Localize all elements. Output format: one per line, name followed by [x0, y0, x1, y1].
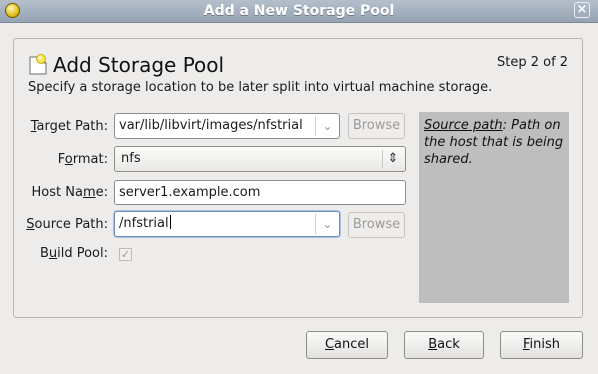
target-path-label: Target Path:: [8, 119, 108, 134]
host-name-label: Host Name:: [8, 185, 109, 200]
help-panel: Source path: Path on the host that is be…: [419, 112, 569, 303]
target-path-value: var/lib/libvirt/images/nfstrial: [119, 118, 303, 133]
back-mnemonic: B: [428, 337, 438, 352]
finish-label: inish: [529, 337, 561, 352]
format-value: nfs: [121, 151, 141, 166]
build-pool-mnemonic: u: [48, 246, 58, 261]
back-label: ack: [437, 337, 460, 352]
host-name-input[interactable]: server1.example.com: [114, 180, 406, 205]
back-button[interactable]: Back: [404, 331, 484, 359]
help-term: Source path: [424, 118, 503, 133]
format-label-text: rmat:: [72, 152, 108, 167]
format-label: Format:: [8, 152, 108, 167]
up-down-arrows-icon: ⇕: [387, 151, 399, 166]
build-pool-label-text: ild Pool:: [57, 246, 108, 261]
build-pool-checkbox[interactable]: ✓: [119, 248, 132, 261]
step-indicator: Step 2 of 2: [497, 55, 569, 70]
cancel-mnemonic: C: [324, 337, 335, 352]
source-path-input[interactable]: /nfstrial: [119, 212, 313, 236]
new-document-icon: [29, 54, 47, 75]
host-name-label-pre: Host Na: [31, 185, 83, 200]
format-select-separator: [382, 150, 383, 168]
close-button[interactable]: ×: [574, 2, 590, 18]
format-mnemonic: o: [64, 152, 73, 167]
target-path-browse-button[interactable]: Browse: [348, 113, 405, 139]
format-select[interactable]: nfs ⇕: [114, 146, 406, 172]
chevron-down-icon[interactable]: ⌄: [315, 214, 339, 234]
source-path-value: /nfstrial: [119, 216, 169, 231]
build-pool-label-pre: B: [39, 246, 49, 261]
cancel-label: ancel: [334, 337, 370, 352]
source-path-label: Source Path:: [8, 217, 108, 232]
host-name-value: server1.example.com: [119, 185, 261, 200]
text-cursor: [169, 215, 171, 229]
source-path-browse-button[interactable]: Browse: [348, 212, 405, 238]
source-path-mnemonic: S: [26, 217, 35, 232]
window-title: Add a New Storage Pool: [203, 3, 395, 19]
source-path-label-text: ource Path:: [34, 217, 108, 232]
host-name-mnemonic: m: [82, 185, 96, 200]
host-name-label-text: e:: [95, 185, 108, 200]
chevron-down-icon[interactable]: ⌄: [315, 116, 339, 136]
title-bar: Add a New Storage Pool ×: [0, 0, 598, 23]
source-path-combo[interactable]: /nfstrial ⌄: [114, 211, 340, 237]
page-description: Specify a storage location to be later s…: [28, 80, 493, 95]
finish-button[interactable]: Finish: [500, 331, 583, 359]
build-pool-label: Build Pool:: [8, 246, 108, 261]
target-path-label-text: arget Path:: [36, 119, 109, 134]
cancel-button[interactable]: Cancel: [306, 331, 388, 359]
page-title: Add Storage Pool: [53, 53, 225, 77]
format-label-pre: F: [57, 152, 65, 167]
target-path-combo[interactable]: var/lib/libvirt/images/nfstrial ⌄: [114, 113, 340, 139]
